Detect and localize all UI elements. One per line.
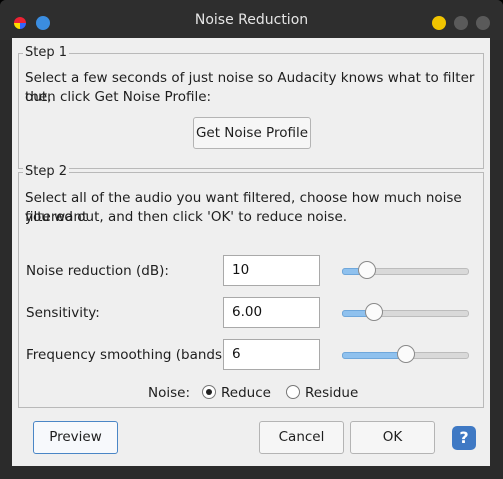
sensitivity-label: Sensitivity: — [26, 305, 100, 321]
title-bar: Noise Reduction — [0, 0, 503, 40]
slider-handle[interactable] — [358, 261, 377, 279]
frequency-smoothing-label: Frequency smoothing (bands): — [26, 347, 232, 363]
residue-radio-label: Residue — [305, 385, 359, 401]
sensitivity-slider[interactable] — [342, 301, 469, 325]
window-title: Noise Reduction — [194, 12, 309, 28]
minimize-button[interactable] — [432, 16, 446, 30]
step1-legend: Step 1 — [23, 45, 70, 60]
help-button[interactable]: ? — [452, 426, 476, 450]
maximize-button[interactable] — [454, 16, 468, 30]
reduce-radio[interactable] — [202, 385, 216, 399]
close-button[interactable] — [476, 16, 490, 30]
preview-button[interactable]: Preview — [33, 421, 118, 454]
reduce-radio-label[interactable]: Reduce — [221, 384, 271, 403]
dialog-content: Step 1 Select a few seconds of just nois… — [12, 38, 490, 466]
frequency-smoothing-input[interactable]: 6 — [223, 339, 320, 370]
dialog-window: Noise Reduction Step 1 Select a few seco… — [0, 0, 503, 479]
radio-selected-dot — [206, 389, 212, 395]
step2-legend: Step 2 — [23, 164, 70, 179]
slider-handle[interactable] — [364, 303, 383, 321]
sensitivity-input[interactable]: 6.00 — [223, 297, 320, 328]
noise-mode-label: Noise: — [148, 385, 190, 401]
ok-button[interactable]: OK — [350, 421, 435, 454]
noise-reduction-label: Noise reduction (dB): — [26, 263, 169, 279]
step2-description-line2: filtered out, and then click 'OK' to red… — [25, 209, 348, 225]
frequency-smoothing-slider[interactable] — [342, 343, 469, 367]
get-noise-profile-button[interactable]: Get Noise Profile — [193, 117, 311, 149]
cancel-button[interactable]: Cancel — [259, 421, 344, 454]
slider-handle[interactable] — [396, 345, 415, 363]
step1-description-line2: then click Get Noise Profile: — [25, 89, 212, 105]
noise-reduction-slider[interactable] — [342, 259, 469, 283]
residue-radio[interactable] — [286, 385, 300, 399]
noise-reduction-input[interactable]: 10 — [223, 255, 320, 286]
